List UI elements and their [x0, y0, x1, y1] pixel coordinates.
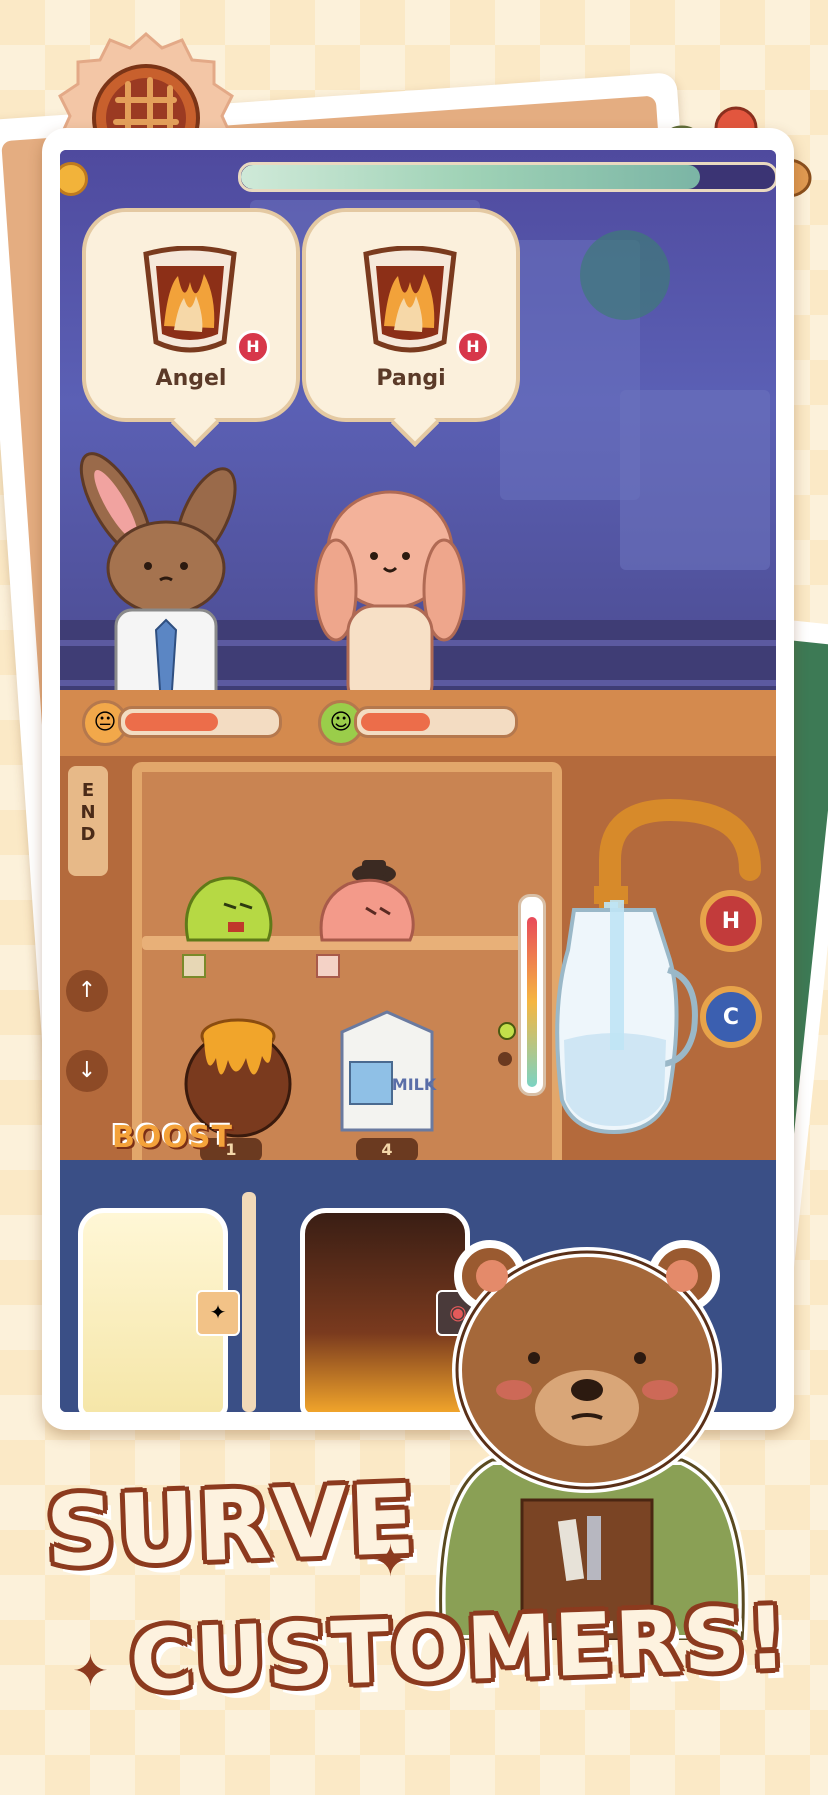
- straw-icon: [242, 1192, 256, 1412]
- water-pitcher[interactable]: [554, 900, 704, 1140]
- game-screenshot-card: H Angel H Pangi 😐 ☺ E N D ↑ ↓ MILK 1 4 H…: [42, 128, 794, 1430]
- end-shift-button[interactable]: E N D: [68, 766, 108, 876]
- patience-fill: [361, 713, 430, 731]
- milk-count: 4: [356, 1138, 418, 1162]
- indicator-light: [498, 1022, 516, 1040]
- indicator-light: [498, 1052, 512, 1066]
- cold-water-button[interactable]: C: [700, 986, 762, 1048]
- customer-angel-bunny[interactable]: [76, 450, 256, 710]
- customer-name: Angel: [155, 366, 227, 391]
- boost-button[interactable]: BOOST: [112, 1120, 233, 1155]
- temperature-gauge: [518, 894, 546, 1096]
- hot-order-badge: H: [456, 330, 490, 364]
- headline-line-1: SURVE: [44, 1463, 419, 1589]
- hot-drink-cup-icon: [363, 246, 457, 353]
- milk-label: MILK: [392, 1075, 437, 1094]
- sparkle-icon: ✦: [72, 1646, 109, 1697]
- hot-water-button[interactable]: H: [700, 890, 762, 952]
- end-shift-label: E N D: [80, 780, 96, 845]
- customer-name: Pangi: [376, 366, 446, 391]
- milk-carton-ingredient[interactable]: MILK: [322, 1002, 452, 1138]
- tea-bag-tag-icon: ✦: [196, 1290, 240, 1336]
- temperature-fill: [527, 917, 537, 1087]
- promo-headline: SURVE ✦ ✦ CUSTOMERS!: [0, 1464, 828, 1790]
- game-screen: H Angel H Pangi 😐 ☺ E N D ↑ ↓ MILK 1 4 H…: [60, 150, 776, 1412]
- scroll-up-button[interactable]: ↑: [66, 970, 108, 1012]
- honey-pot-ingredient[interactable]: [170, 1010, 306, 1138]
- hot-order-badge: H: [236, 330, 270, 364]
- patience-bar-pangi: [354, 706, 518, 738]
- scroll-down-button[interactable]: ↓: [66, 1050, 108, 1092]
- patience-fill: [125, 713, 218, 731]
- slime-tag-icon: [316, 954, 340, 978]
- shift-progress-bar: [238, 162, 776, 192]
- order-bubble-angel[interactable]: H Angel: [82, 208, 300, 422]
- customer-pangi-bunny[interactable]: [300, 470, 480, 710]
- shift-progress-fill: [241, 165, 701, 189]
- green-slime-helper[interactable]: [180, 870, 276, 948]
- slime-tag-icon: [182, 954, 206, 978]
- hot-drink-cup-icon: [143, 246, 237, 353]
- sparkle-icon: ✦: [372, 1536, 409, 1587]
- patience-bar-angel: [118, 706, 282, 738]
- pink-slime-helper[interactable]: [314, 856, 418, 948]
- headline-line-2: CUSTOMERS!: [128, 1588, 790, 1712]
- order-bubble-pangi[interactable]: H Pangi: [302, 208, 520, 422]
